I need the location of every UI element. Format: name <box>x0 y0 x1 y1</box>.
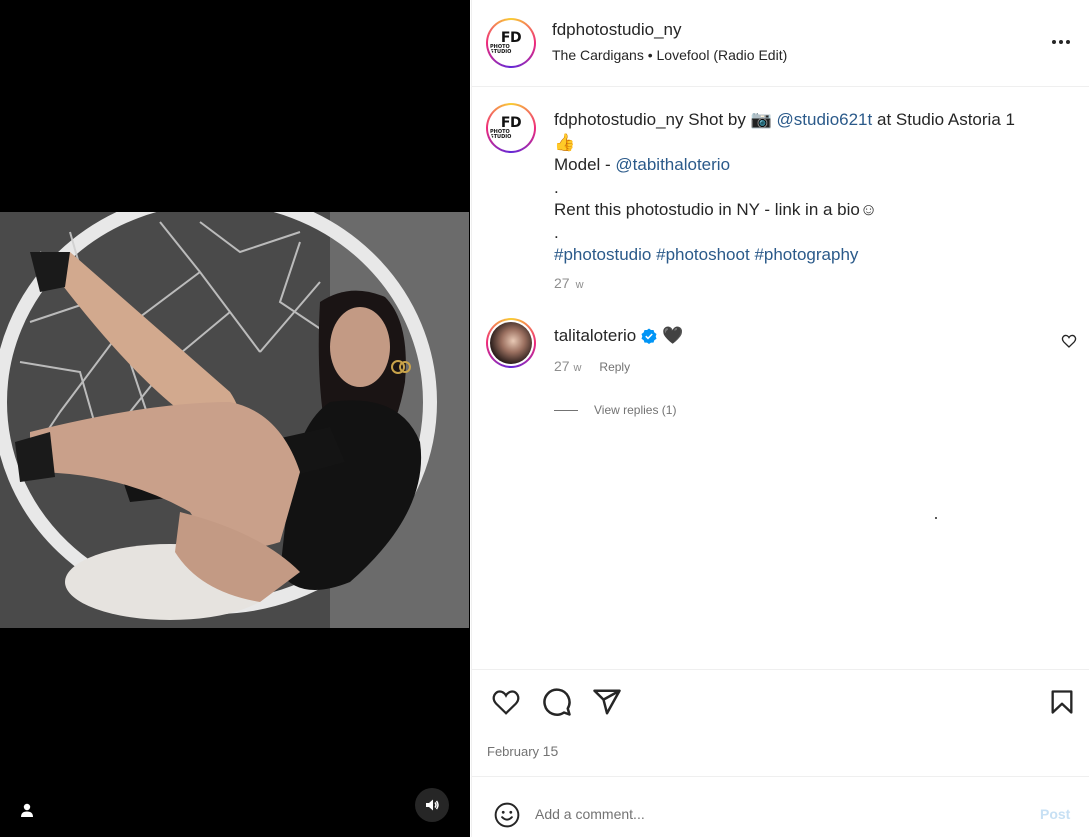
avatar-logo-text: FD <box>500 114 522 131</box>
caption-location: at Studio Astoria 1 <box>876 110 1015 129</box>
action-bar: February 15 <box>472 669 1089 777</box>
caption-avatar[interactable]: FD PHOTO STUDIO <box>486 103 536 153</box>
post-panel: FD PHOTO STUDIO fdphotostudio_ny The Car… <box>471 0 1089 837</box>
add-comment-bar: Post <box>472 778 1089 837</box>
music-track[interactable]: The Cardigans • Lovefool (Radio Edit) <box>552 47 787 63</box>
more-options-button[interactable] <box>1046 32 1076 52</box>
comment-age[interactable]: 27 w <box>554 358 581 374</box>
volume-button[interactable] <box>415 788 449 822</box>
comment-meta: 27 w Reply <box>554 358 630 374</box>
hashtag[interactable]: #photostudio <box>554 245 651 264</box>
model-label: Model - <box>554 155 611 174</box>
save-button[interactable] <box>1046 686 1078 718</box>
comment-icon <box>543 688 571 716</box>
caption-separator: . <box>554 222 559 242</box>
post-photo[interactable] <box>0 212 469 628</box>
comment-button[interactable] <box>541 686 573 718</box>
hashtag[interactable]: #photography <box>754 245 858 264</box>
post-comment-button[interactable]: Post <box>1040 806 1070 822</box>
commenter-username[interactable]: talitaloterio <box>554 326 636 346</box>
caption-separator: . <box>554 177 559 197</box>
comment-age-unit: w <box>573 362 582 374</box>
caption-rent-text: Rent this photostudio in NY - link in a … <box>554 200 878 219</box>
post-header: FD PHOTO STUDIO fdphotostudio_ny The Car… <box>472 0 1089 87</box>
author-username[interactable]: fdphotostudio_ny <box>552 20 682 40</box>
reply-button[interactable]: Reply <box>599 360 630 374</box>
stray-dot <box>935 517 937 519</box>
like-button[interactable] <box>490 686 522 718</box>
user-tag-icon <box>21 803 33 817</box>
caption-shot-by: Shot by <box>688 110 746 129</box>
post-date[interactable]: February 15 <box>487 743 558 759</box>
view-replies-button[interactable]: View replies (1) <box>554 403 676 417</box>
commenter-row: talitaloterio 🖤 <box>554 326 683 346</box>
post-date-month: February <box>487 744 540 759</box>
share-button[interactable] <box>591 686 623 718</box>
heart-icon <box>492 690 520 715</box>
replies-divider <box>554 409 578 411</box>
avatar-logo-subtext: PHOTO STUDIO <box>490 128 512 140</box>
caption-age[interactable]: 27 w <box>554 275 584 291</box>
comment-age-number: 27 <box>554 358 570 374</box>
comment-input[interactable] <box>535 802 1015 826</box>
photo-illustration <box>0 212 469 628</box>
view-replies-label: View replies (1) <box>594 403 677 417</box>
avatar-logo-subtext: PHOTO STUDIO <box>490 43 512 55</box>
comment-like-heart-icon[interactable] <box>1061 333 1077 349</box>
media-viewer <box>0 0 470 837</box>
commenter-avatar[interactable] <box>486 318 536 368</box>
avatar-logo-text: FD <box>500 29 522 46</box>
camera-emoji: 📷 <box>750 110 772 129</box>
emoji-icon[interactable] <box>494 802 520 828</box>
mention-model[interactable]: @tabithaloterio <box>615 155 730 174</box>
bookmark-icon <box>1051 690 1073 714</box>
caption-username[interactable]: fdphotostudio_ny <box>554 110 684 129</box>
caption-age-number: 27 <box>554 275 570 291</box>
thumbs-emoji: 👍 <box>554 132 576 152</box>
share-icon <box>593 689 621 715</box>
post-date-day: 15 <box>542 743 559 759</box>
more-icon <box>1052 40 1056 44</box>
verified-badge-icon <box>641 328 657 344</box>
user-tag-button[interactable] <box>10 793 44 827</box>
volume-icon <box>426 799 439 811</box>
mention-photographer[interactable]: @studio621t <box>777 110 873 129</box>
hashtag[interactable]: #photoshoot <box>656 245 750 264</box>
author-avatar[interactable]: FD PHOTO STUDIO <box>486 18 536 68</box>
comment-text: 🖤 <box>662 326 684 345</box>
caption-age-unit: w <box>575 279 584 291</box>
caption-text: fdphotostudio_ny Shot by 📷 @studio621t a… <box>554 109 1054 267</box>
